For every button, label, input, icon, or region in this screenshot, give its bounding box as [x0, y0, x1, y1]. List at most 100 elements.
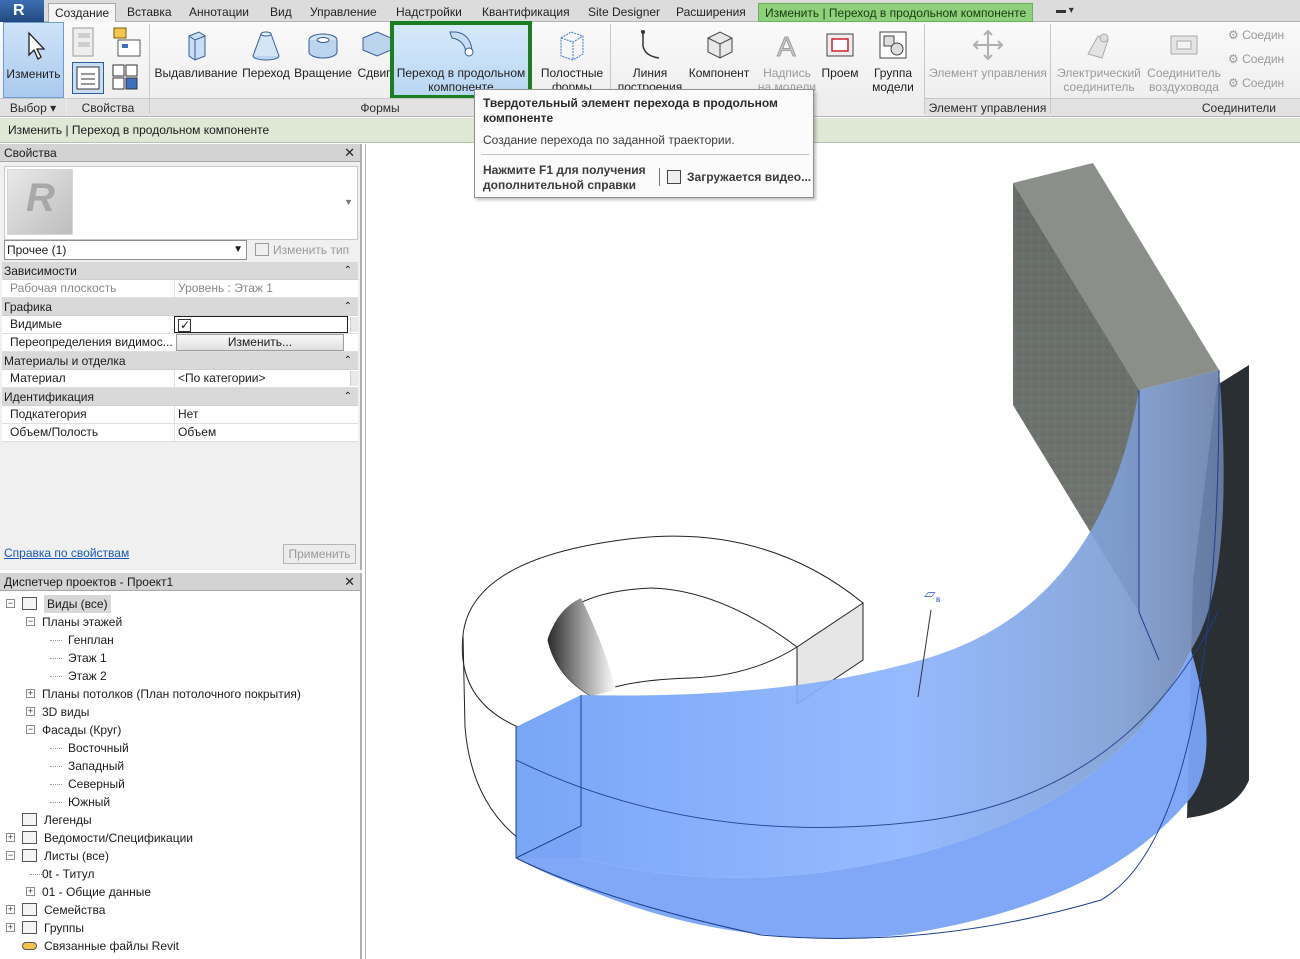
tree-node[interactable]: +3D виды [0, 703, 358, 721]
model-group-button[interactable]: Группа модели [864, 22, 922, 98]
apply-button[interactable]: Применить [283, 544, 356, 564]
type-preview[interactable]: R ▼ [4, 166, 358, 240]
property-name: Рабочая плоскость [10, 281, 117, 295]
cable-tray-connector-button[interactable]: ⚙ Соедин [1228, 48, 1284, 70]
expand-toggle-icon[interactable]: + [26, 689, 35, 698]
duct-connector-button[interactable]: Соединитель воздуховода [1146, 22, 1222, 98]
solid-void-value[interactable]: Объем [174, 424, 348, 441]
expand-toggle-icon[interactable]: + [26, 707, 35, 716]
close-icon[interactable]: ✕ [344, 573, 355, 591]
tree-node[interactable]: − Листы (все) [0, 847, 358, 865]
tree-node[interactable]: − Планы этажей [0, 613, 358, 631]
revolve-button[interactable]: Вращение [292, 22, 354, 98]
expand-toggle-icon[interactable]: + [6, 923, 15, 932]
tree-node[interactable]: + Планы потолков (План потолочного покрыт… [0, 685, 358, 703]
tree-node[interactable]: Легенды [0, 811, 358, 829]
tree-node[interactable]: +01 - Общие данные [0, 883, 358, 901]
group-identity[interactable]: Идентификация ⌃ [2, 388, 358, 406]
material-value[interactable]: <По категории> [174, 370, 348, 387]
tab-view[interactable]: Вид [264, 3, 298, 22]
revolve-icon [308, 33, 338, 59]
tab-extensions[interactable]: Расширения [670, 3, 752, 22]
tree-node[interactable]: + Группы [0, 919, 358, 937]
tree-node-label: Группы [44, 921, 84, 935]
tree-node[interactable]: + Семейства [0, 901, 358, 919]
close-icon[interactable]: ✕ [344, 144, 355, 162]
application-menu-button[interactable]: R [0, 0, 44, 22]
electrical-connector-icon [1087, 33, 1109, 59]
reference-line-button[interactable]: Линия построения [614, 22, 686, 98]
electrical-connector-button[interactable]: Электрический соединитель [1054, 22, 1144, 98]
3d-model-canvas[interactable]: ⏥ в [366, 144, 1300, 959]
expand-toggle-icon[interactable]: + [26, 887, 35, 896]
properties-button[interactable] [70, 26, 106, 60]
void-form-icon [560, 31, 584, 61]
visibility-edit-button[interactable]: Изменить... [176, 334, 344, 351]
expand-toggle-icon[interactable]: + [6, 833, 15, 842]
collapse-icon[interactable]: ⌃ [344, 388, 352, 406]
tree-node[interactable]: Этаж 1 [0, 649, 358, 667]
collapse-icon[interactable]: ⌃ [344, 352, 352, 370]
tab-create[interactable]: Создание [48, 3, 117, 22]
work-plane-subscript-icon: в [936, 595, 940, 604]
collapse-icon[interactable]: ⌃ [344, 262, 352, 280]
tab-quantification[interactable]: Квантификация [476, 3, 576, 22]
component-button[interactable]: Компонент [686, 22, 752, 98]
tab-site-designer[interactable]: Site Designer [582, 3, 666, 22]
opening-button[interactable]: Проем [818, 22, 862, 98]
collapse-toggle-icon[interactable]: − [26, 725, 35, 734]
tree-node[interactable]: − Фасады (Круг) [0, 721, 358, 739]
family-types-button[interactable] [72, 62, 104, 94]
tree-node[interactable]: Генплан [0, 631, 358, 649]
tree-node[interactable]: Этаж 2 [0, 667, 358, 685]
collapse-toggle-icon[interactable]: − [26, 617, 35, 626]
tab-modify-swept-blend[interactable]: Изменить | Переход в продольном компонен… [758, 3, 1034, 22]
tree-node[interactable]: Связанные файлы Revit [0, 937, 358, 955]
conduit-connector-button[interactable]: ⚙ Соедин [1228, 72, 1284, 94]
group-materials[interactable]: Материалы и отделка ⌃ [2, 352, 358, 370]
property-row-solid-void[interactable]: Объем/Полость Объем [2, 424, 358, 442]
model-text-button[interactable]: A Надпись на модели [756, 22, 818, 98]
type-selector-dropdown[interactable]: Прочее (1) ▼ [4, 240, 247, 260]
swept-blend-button[interactable]: Переход в продольном компоненте [390, 21, 532, 99]
property-row-material[interactable]: Материал <По категории> [2, 370, 358, 388]
visible-checkbox[interactable] [178, 317, 191, 332]
extrusion-button[interactable]: Выдавливание [154, 22, 238, 98]
tab-manage[interactable]: Управление [304, 3, 383, 22]
group-constraints[interactable]: Зависимости ⌃ [2, 262, 358, 280]
material-browse-button[interactable] [350, 371, 358, 386]
collapse-icon[interactable]: ⌃ [344, 298, 352, 316]
pipe-connector-button[interactable]: ⚙ Соедин [1228, 24, 1284, 46]
edit-type-button[interactable]: Изменить тип [253, 240, 349, 260]
property-row-subcategory[interactable]: Подкатегория Нет [2, 406, 358, 424]
work-plane-icon[interactable]: ⏥ [924, 586, 936, 601]
subcategory-value[interactable]: Нет [174, 406, 348, 423]
tab-insert[interactable]: Вставка [121, 3, 178, 22]
tree-node[interactable]: Восточный [0, 739, 358, 757]
collapse-toggle-icon[interactable]: − [6, 851, 15, 860]
tree-node[interactable]: − Виды (все) [0, 595, 358, 613]
tree-node[interactable]: Западный [0, 757, 358, 775]
3d-viewport[interactable]: ⏥ в [365, 144, 1300, 959]
tab-add-ins[interactable]: Надстройки [390, 3, 468, 22]
properties-help-link[interactable]: Справка по свойствам [4, 546, 129, 560]
tree-node[interactable]: Северный [0, 775, 358, 793]
tree-node[interactable]: Южный [0, 793, 358, 811]
chevron-down-icon[interactable]: ▼ [344, 197, 353, 207]
tab-annotate[interactable]: Аннотации [183, 3, 255, 22]
control-button[interactable]: Элемент управления [926, 22, 1050, 98]
group-graphics[interactable]: Графика ⌃ [2, 298, 358, 316]
tooltip-video-link[interactable]: Загружается видео... [667, 170, 811, 184]
void-forms-button[interactable]: Полостные формы [535, 22, 609, 98]
type-properties-button[interactable] [110, 26, 146, 60]
expand-toggle-icon[interactable]: + [6, 905, 15, 914]
ribbon-minimize-toggle[interactable]: ▬ ▾ [1056, 5, 1086, 18]
modify-button[interactable]: Изменить [3, 22, 64, 98]
sweep-button[interactable]: Сдвиг [354, 22, 394, 98]
blend-button[interactable]: Переход [240, 22, 292, 98]
tree-node[interactable]: 0t - Титул [0, 865, 358, 883]
collapse-toggle-icon[interactable]: − [6, 599, 15, 608]
family-category-button[interactable] [110, 62, 144, 94]
tree-node[interactable]: + Ведомости/Спецификации [0, 829, 358, 847]
select-panel-title[interactable]: Выбор ▾ [0, 98, 66, 116]
